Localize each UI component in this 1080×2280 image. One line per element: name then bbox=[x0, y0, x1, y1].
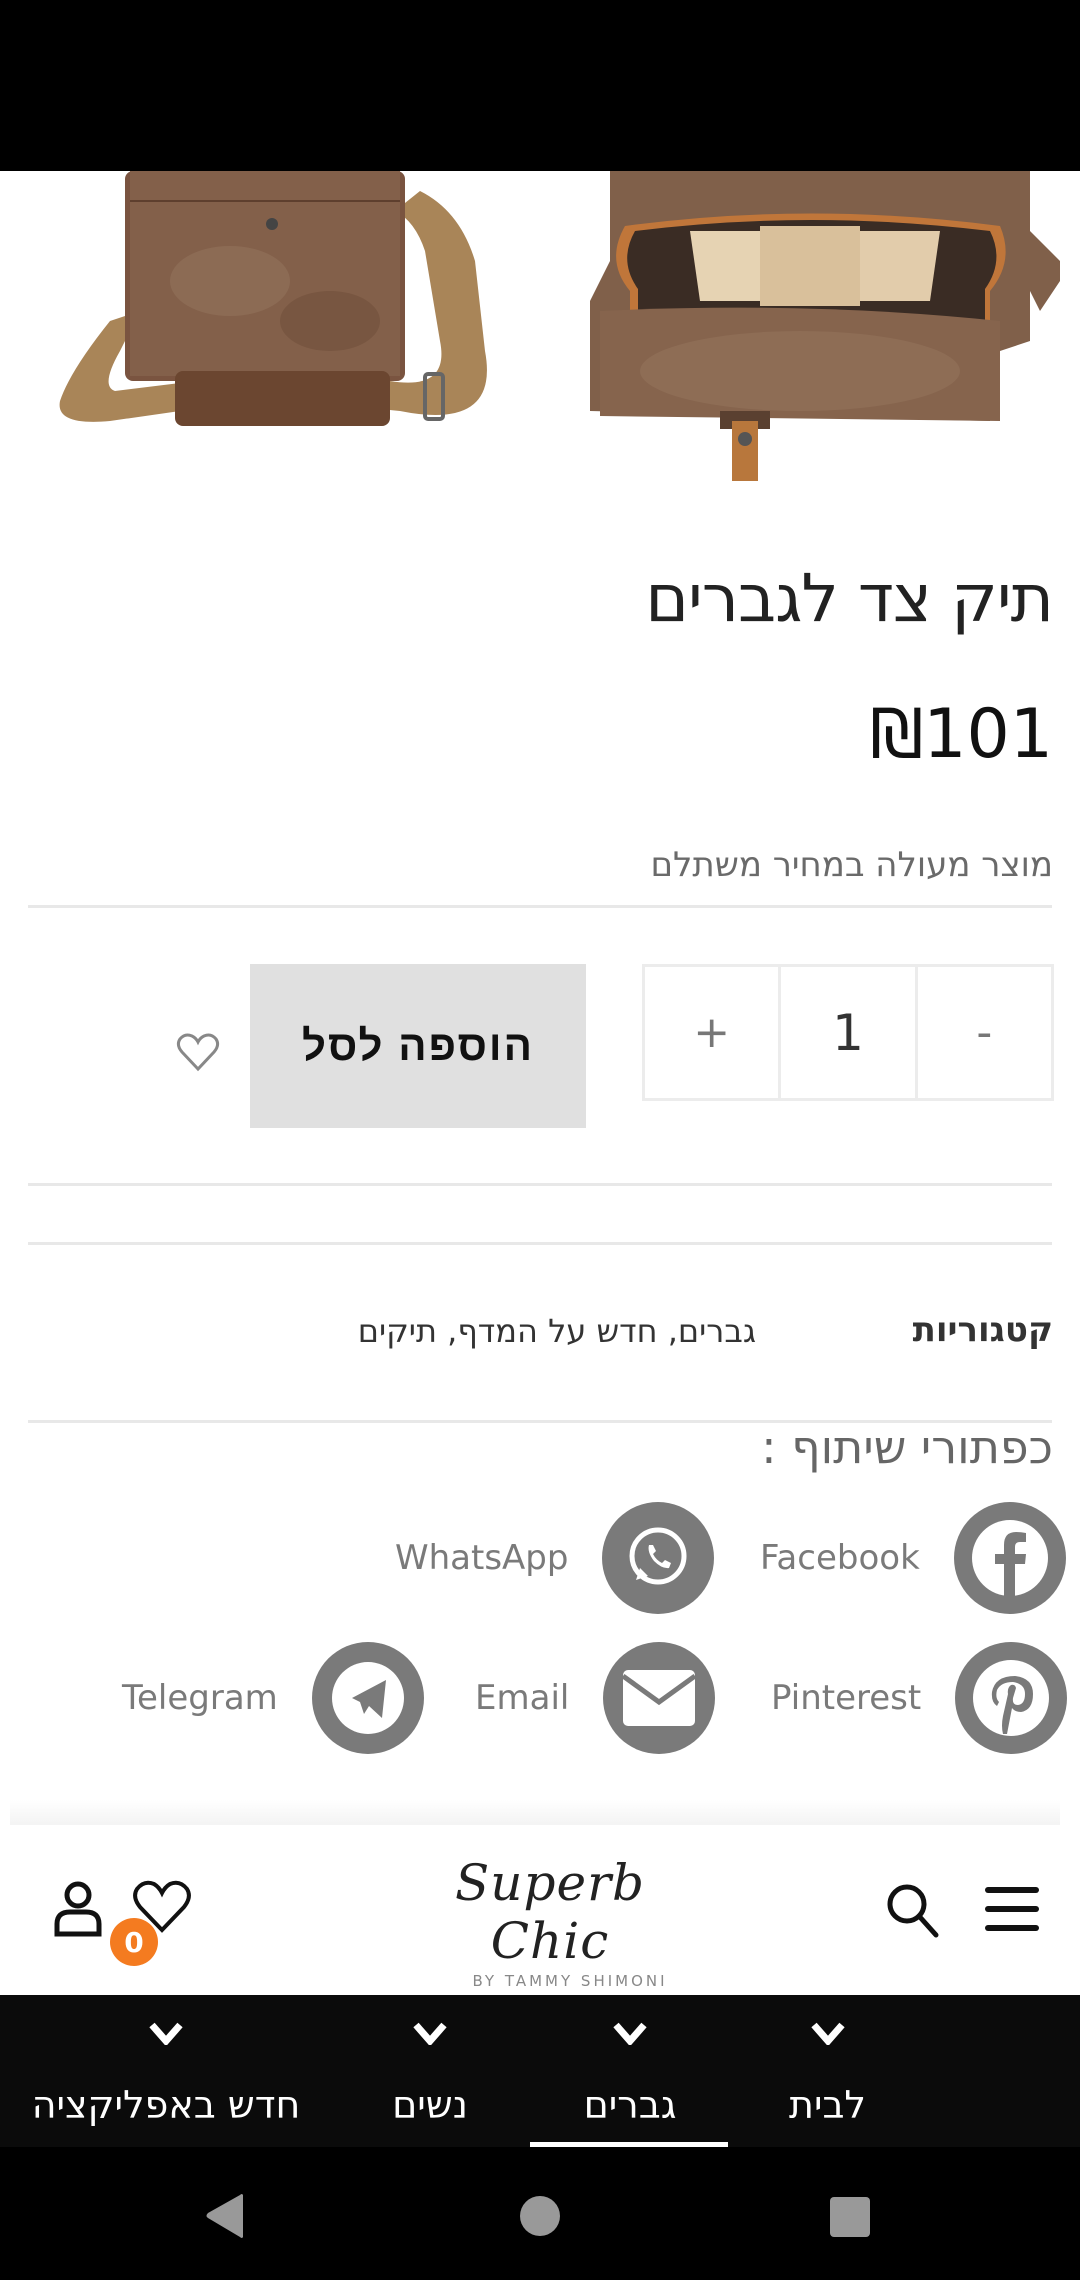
pinterest-icon bbox=[955, 1642, 1068, 1754]
product-gallery[interactable] bbox=[0, 171, 1080, 481]
tab-home[interactable]: לבית bbox=[740, 1995, 915, 2147]
product-short-description: מוצר מעולה במחיר משתלם bbox=[650, 845, 1054, 885]
telegram-icon bbox=[311, 1642, 424, 1754]
share-email-label: Email bbox=[475, 1678, 570, 1718]
categories-links[interactable]: גברים, חדש על המדף, תיקים bbox=[358, 1312, 756, 1350]
tab-men-label: גברים bbox=[583, 2083, 677, 2127]
back-nav-icon[interactable] bbox=[205, 2192, 245, 2240]
increase-quantity-button[interactable]: + bbox=[645, 967, 778, 1098]
add-to-cart-button[interactable]: הוספה לסל bbox=[250, 964, 586, 1128]
share-buttons-title: כפתורי שיתוף : bbox=[761, 1420, 1053, 1474]
logo-subtitle: BY TAMMY SHIMONI bbox=[472, 1972, 668, 1990]
divider bbox=[28, 905, 1052, 908]
share-pinterest-button[interactable]: Pinterest bbox=[771, 1642, 1068, 1754]
quantity-input[interactable]: 1 bbox=[778, 967, 914, 1098]
whatsapp-icon bbox=[602, 1502, 715, 1614]
chevron-down-icon bbox=[149, 2022, 183, 2045]
category-tab-bar: לבית גברים נשים חדש באפליקציה bbox=[0, 1995, 1080, 2147]
email-icon bbox=[603, 1642, 716, 1754]
quantity-stepper: + 1 - bbox=[642, 964, 1054, 1101]
share-pinterest-label: Pinterest bbox=[771, 1678, 922, 1718]
brand-logo[interactable]: Superb Chic BY TAMMY SHIMONI bbox=[415, 1850, 685, 1990]
tab-men[interactable]: גברים bbox=[540, 1995, 720, 2147]
account-icon[interactable] bbox=[52, 1880, 104, 1938]
home-nav-icon[interactable] bbox=[518, 2194, 562, 2238]
product-title: תיק צד לגברים bbox=[645, 560, 1054, 637]
product-image-open[interactable] bbox=[560, 171, 1060, 481]
share-whatsapp-label: WhatsApp bbox=[395, 1538, 569, 1578]
tab-home-label: לבית bbox=[788, 2083, 867, 2127]
share-facebook-label: Facebook bbox=[760, 1538, 920, 1578]
share-whatsapp-button[interactable]: WhatsApp bbox=[395, 1502, 715, 1614]
chevron-down-icon bbox=[613, 2022, 647, 2045]
chevron-down-icon bbox=[810, 2022, 845, 2045]
tab-new-in-app[interactable]: חדש באפליקציה bbox=[20, 1995, 312, 2147]
share-telegram-button[interactable]: Telegram bbox=[122, 1642, 424, 1754]
search-icon[interactable] bbox=[885, 1882, 941, 1938]
header-shadow bbox=[10, 1800, 1060, 1828]
chevron-down-icon bbox=[413, 2022, 447, 2045]
tab-women-label: נשים bbox=[392, 2083, 468, 2127]
product-price: ₪101 bbox=[869, 695, 1053, 774]
decrease-quantity-button[interactable]: - bbox=[914, 967, 1051, 1098]
product-image-back[interactable] bbox=[30, 171, 520, 481]
share-email-button[interactable]: Email bbox=[475, 1642, 716, 1754]
status-bar bbox=[0, 0, 1080, 171]
facebook-icon bbox=[953, 1502, 1066, 1614]
recents-nav-icon[interactable] bbox=[828, 2195, 872, 2239]
tab-women[interactable]: נשים bbox=[345, 1995, 515, 2147]
share-telegram-label: Telegram bbox=[122, 1678, 278, 1718]
menu-hamburger-icon[interactable] bbox=[983, 1885, 1041, 1933]
add-to-wishlist-heart-icon[interactable] bbox=[176, 1032, 220, 1072]
divider bbox=[28, 1242, 1052, 1245]
logo-script-text: Superb Chic bbox=[455, 1854, 645, 1970]
divider bbox=[28, 1183, 1052, 1186]
tab-new-in-app-label: חדש באפליקציה bbox=[31, 2083, 301, 2127]
categories-label: קטגוריות bbox=[912, 1310, 1053, 1350]
share-facebook-button[interactable]: Facebook bbox=[760, 1502, 1066, 1614]
wishlist-count-badge: 0 bbox=[110, 1918, 158, 1966]
